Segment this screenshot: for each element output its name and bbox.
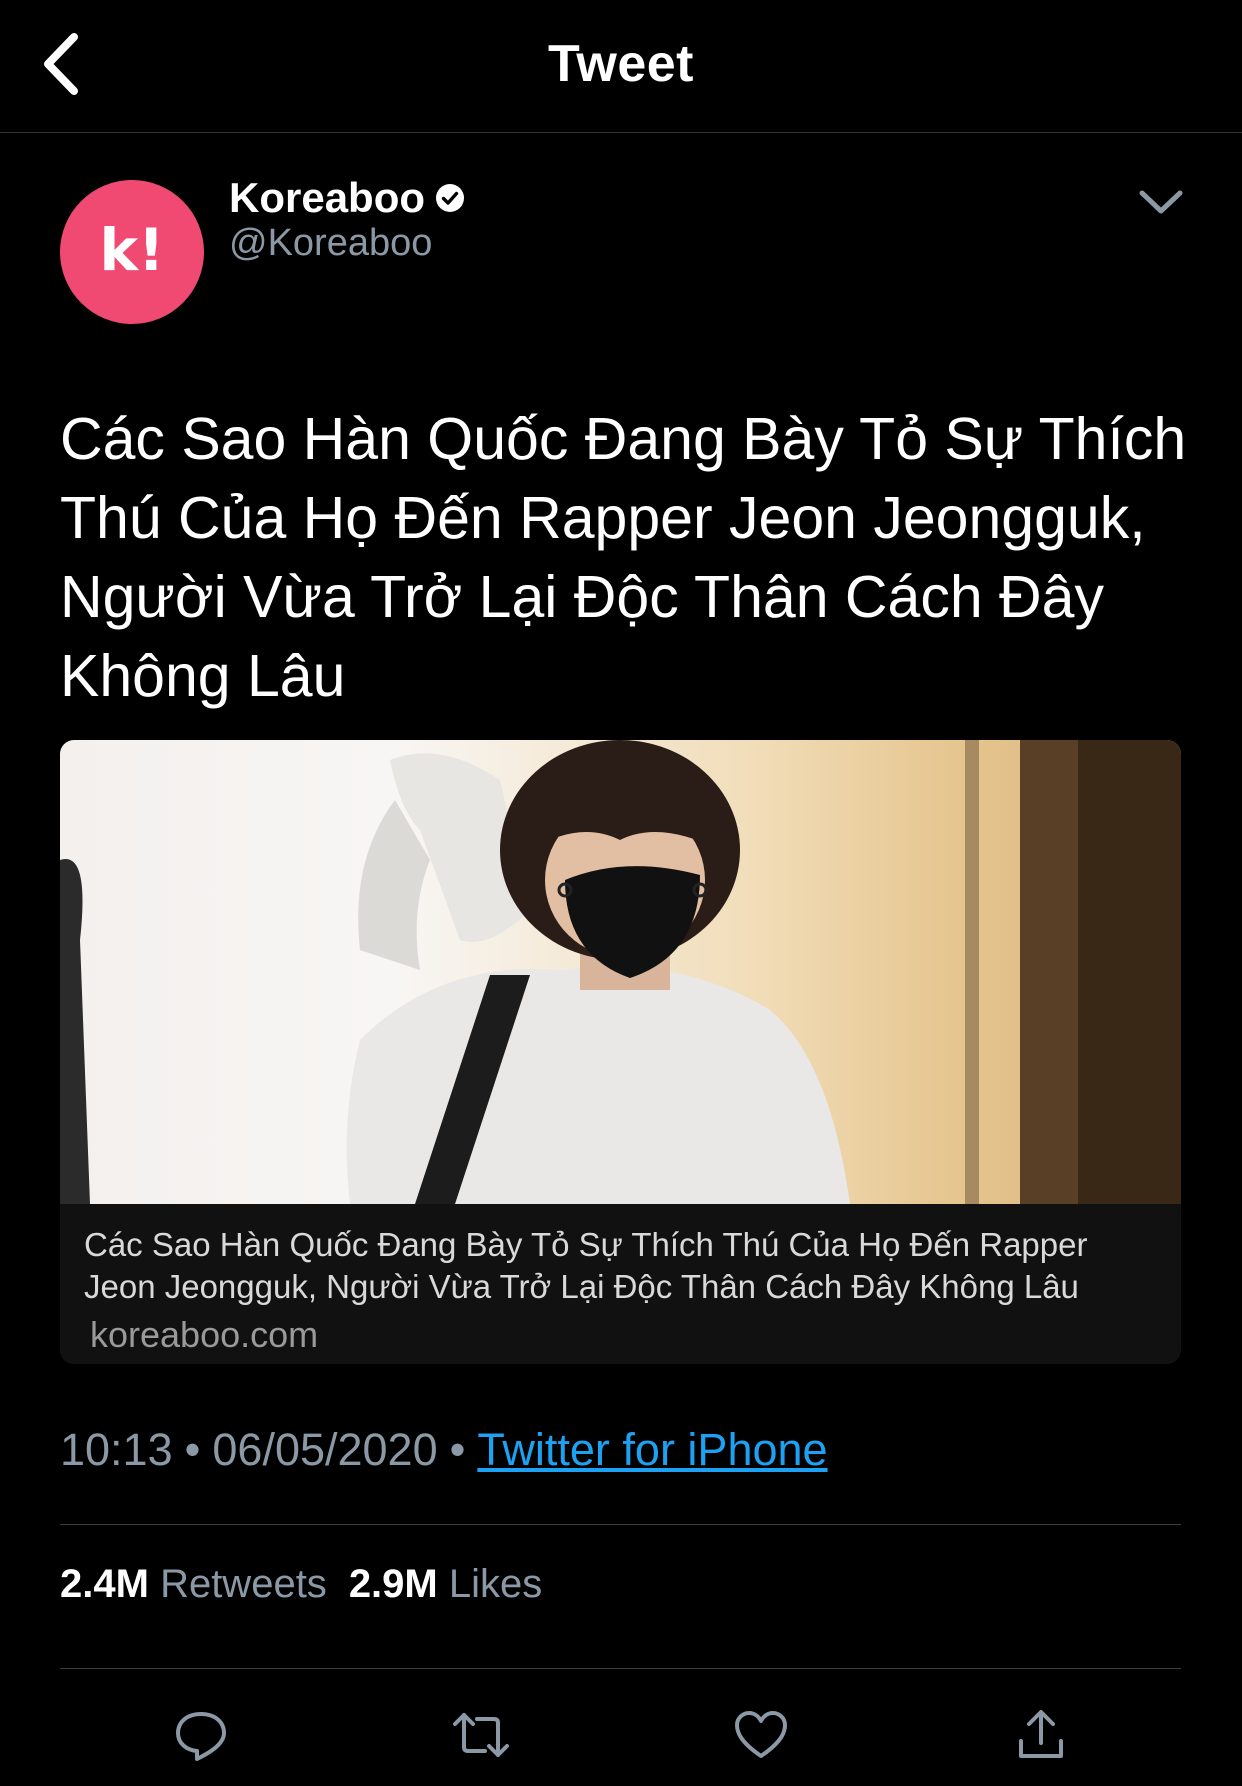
author-display-name[interactable]: Koreaboo	[229, 174, 465, 222]
card-photo	[60, 740, 1181, 1204]
avatar[interactable]: k!	[60, 180, 204, 324]
share-icon	[1019, 1710, 1063, 1758]
source-link[interactable]: Twitter for iPhone	[477, 1424, 827, 1475]
author-handle[interactable]: @Koreaboo	[229, 222, 432, 265]
tweet-text: Các Sao Hàn Quốc Đang Bày Tỏ Sự Thích Th…	[60, 406, 1187, 709]
more-options-button[interactable]	[1133, 180, 1189, 224]
heart-icon	[735, 1711, 787, 1758]
divider	[60, 1668, 1181, 1669]
likes-label: Likes	[448, 1562, 543, 1606]
card-image	[60, 740, 1181, 1204]
share-button[interactable]	[1006, 1700, 1076, 1770]
likes-stat[interactable]: 2.9M Likes	[349, 1562, 542, 1606]
tweet-meta: 10:13 • 06/05/2020 • Twitter for iPhone	[60, 1424, 828, 1476]
card-title: Các Sao Hàn Quốc Đang Bày Tỏ Sự Thích Th…	[84, 1226, 1088, 1305]
link-preview-card[interactable]: Các Sao Hàn Quốc Đang Bày Tỏ Sự Thích Th…	[60, 740, 1181, 1364]
koreaboo-logo-icon: k!	[99, 216, 164, 284]
like-button[interactable]	[726, 1700, 796, 1770]
reply-button[interactable]	[166, 1700, 236, 1770]
retweets-stat[interactable]: 2.4M Retweets	[60, 1562, 327, 1606]
meta-separator: •	[184, 1424, 201, 1475]
card-meta: Các Sao Hàn Quốc Đang Bày Tỏ Sự Thích Th…	[60, 1204, 1181, 1364]
tweet-time: 10:13	[60, 1424, 173, 1475]
header-bar: Tweet	[0, 0, 1242, 133]
divider	[60, 1524, 1181, 1525]
chevron-down-icon	[1139, 190, 1183, 214]
page-title: Tweet	[547, 35, 694, 93]
likes-count: 2.9M	[348, 1562, 438, 1606]
meta-separator-2: •	[449, 1424, 466, 1475]
card-domain: koreaboo.com	[90, 1314, 319, 1355]
tweet-stats: 2.4M Retweets 2.9M Likes	[60, 1562, 542, 1607]
verified-badge-icon	[435, 183, 465, 213]
retweet-icon	[453, 1713, 509, 1757]
retweets-count: 2.4M	[60, 1562, 149, 1606]
author-name-text: Koreaboo	[229, 174, 426, 221]
svg-text:k!: k!	[99, 216, 164, 284]
tweet-date: 06/05/2020	[212, 1424, 438, 1475]
reply-icon	[176, 1712, 226, 1761]
retweet-button[interactable]	[446, 1700, 516, 1770]
retweets-label: Retweets	[160, 1562, 327, 1606]
action-bar	[0, 1700, 1242, 1770]
